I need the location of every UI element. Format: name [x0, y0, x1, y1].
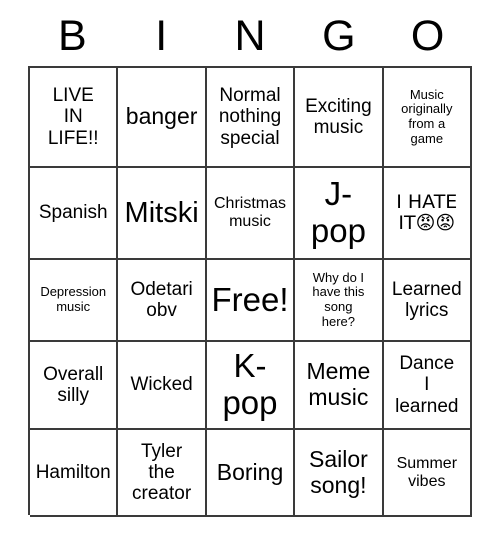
bingo-cell-n5[interactable]: Boring: [206, 430, 296, 517]
bingo-cell-text: Spanish: [38, 202, 108, 224]
bingo-card: B I N G O LIVE IN LIFE!! banger Normal n…: [0, 0, 500, 544]
bingo-cell-text: Meme music: [306, 358, 371, 410]
bingo-cell-i4[interactable]: Wicked: [118, 342, 207, 430]
bingo-cell-text: K- pop: [222, 347, 278, 421]
bingo-cell-text: Hamilton: [35, 461, 111, 483]
bingo-cell-text: I HATE IT😡😡: [396, 190, 458, 234]
bingo-cell-text: Mitski: [124, 196, 199, 229]
bingo-cell-b2[interactable]: Spanish: [30, 168, 119, 260]
bingo-cell-text: Normal nothing special: [218, 85, 282, 149]
bingo-cell-g1[interactable]: Exciting music: [295, 68, 384, 168]
bingo-cell-o3[interactable]: Learned lyrics: [383, 260, 472, 342]
bingo-cell-text: J- pop: [310, 175, 366, 249]
bingo-cell-text: Odetari obv: [130, 278, 193, 321]
bingo-cell-g3[interactable]: Why do I have this song here?: [295, 260, 384, 342]
bingo-cell-text: Dance I learned: [395, 353, 459, 417]
bingo-cell-text: Christmas music: [213, 195, 286, 230]
bingo-grid: LIVE IN LIFE!! banger Normal nothing spe…: [28, 66, 472, 517]
bingo-cell-i1[interactable]: banger: [118, 68, 207, 168]
bingo-cell-text: Why do I have this song here?: [312, 269, 365, 329]
bingo-cell-text: banger: [125, 103, 198, 130]
bingo-cell-o4[interactable]: Dance I learned: [383, 342, 472, 430]
bingo-cell-text: Depression music: [40, 284, 107, 314]
bingo-cell-text: Exciting music: [305, 95, 372, 138]
bingo-cell-text: Free!: [211, 280, 289, 318]
bingo-cell-g2[interactable]: J- pop: [295, 168, 384, 260]
bingo-cell-n2[interactable]: Christmas music: [206, 168, 296, 260]
bingo-cell-text: Summer vibes: [396, 454, 458, 490]
bingo-cell-i5[interactable]: Tyler the creator: [118, 430, 207, 517]
bingo-header-letter-b: B: [58, 11, 87, 60]
bingo-cell-b5[interactable]: Hamilton: [30, 430, 119, 517]
bingo-header-letter-o: O: [410, 11, 445, 60]
bingo-cell-o1[interactable]: Music originally from a game: [383, 68, 472, 168]
bingo-cell-text: Music originally from a game: [401, 86, 453, 146]
bingo-cell-n1[interactable]: Normal nothing special: [206, 68, 296, 168]
bingo-cell-b4[interactable]: Overall silly: [30, 342, 119, 430]
bingo-header-letter-g: G: [322, 11, 356, 60]
bingo-cell-g5[interactable]: Sailor song!: [295, 430, 384, 517]
bingo-cell-text: Learned lyrics: [391, 278, 462, 321]
bingo-header-letter-i: I: [155, 11, 168, 60]
bingo-cell-g4[interactable]: Meme music: [295, 342, 384, 430]
bingo-cell-text: Boring: [216, 458, 284, 485]
bingo-cell-i2[interactable]: Mitski: [118, 168, 207, 260]
bingo-cell-free-space[interactable]: Free!: [206, 260, 296, 342]
bingo-cell-text: Tyler the creator: [132, 440, 192, 505]
bingo-cell-o2[interactable]: I HATE IT😡😡: [383, 168, 472, 260]
bingo-cell-b3[interactable]: Depression music: [30, 260, 119, 342]
bingo-cell-text: Overall silly: [43, 363, 104, 406]
bingo-cell-n4[interactable]: K- pop: [206, 342, 296, 430]
bingo-cell-o5[interactable]: Summer vibes: [383, 430, 472, 517]
bingo-cell-text: Sailor song!: [308, 445, 368, 498]
bingo-header-letter-n: N: [234, 11, 266, 60]
bingo-cell-text: LIVE IN LIFE!!: [47, 85, 99, 149]
bingo-cell-b1[interactable]: LIVE IN LIFE!!: [30, 68, 119, 168]
bingo-header: B I N G O: [28, 8, 472, 64]
bingo-cell-text: Wicked: [130, 374, 193, 396]
bingo-cell-i3[interactable]: Odetari obv: [118, 260, 207, 342]
